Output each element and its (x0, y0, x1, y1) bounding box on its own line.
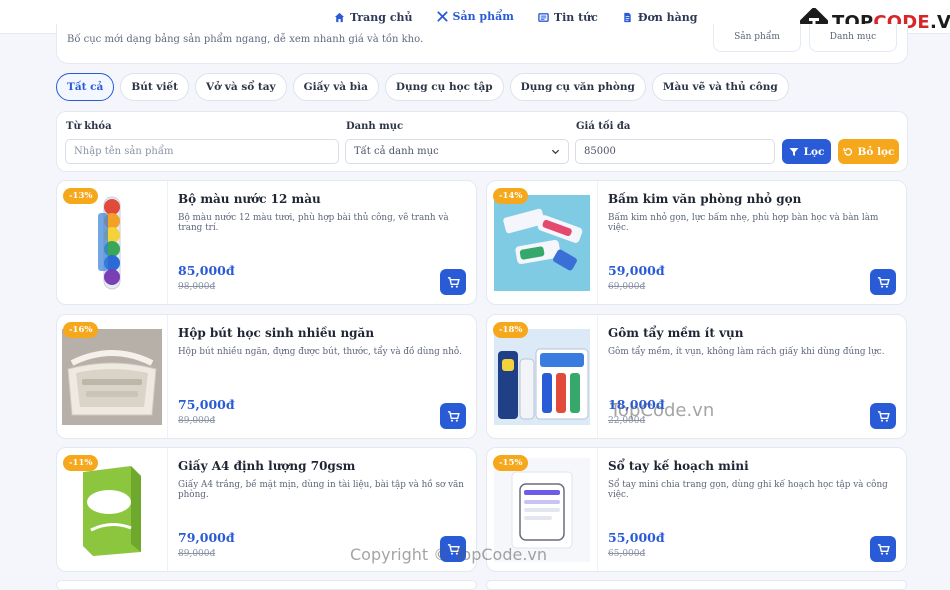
discount-badge: -13% (63, 188, 99, 204)
cart-icon (877, 276, 890, 288)
product-card[interactable]: -15% Sổ tay kế hoạch mini Sổ tay mini ch… (486, 447, 907, 572)
home-icon (334, 12, 345, 22)
chip-pens[interactable]: Bút viết (120, 73, 189, 101)
add-to-cart-button[interactable] (870, 269, 896, 295)
product-description: Giấy A4 trắng, bề mặt mịn, dùng in tài l… (178, 480, 464, 500)
product-old-price: 89,000đ (178, 549, 216, 559)
add-to-cart-button[interactable] (440, 403, 466, 429)
product-old-price: 69,000đ (608, 282, 646, 292)
product-price: 59,000đ (608, 263, 665, 278)
filter-panel: Từ khóa Nhập tên sản phẩm Danh mục Tất c… (56, 111, 908, 172)
product-old-price: 98,000đ (178, 282, 216, 292)
product-name: Bộ màu nước 12 màu (178, 192, 321, 206)
chip-paper[interactable]: Giấy và bìa (292, 73, 379, 101)
chip-notebooks[interactable]: Vở và sổ tay (194, 73, 287, 101)
product-price: 85,000đ (178, 263, 235, 278)
nav-label-news: Tin tức (553, 10, 598, 24)
product-name: Sổ tay kế hoạch mini (608, 459, 749, 473)
product-description: Bấm kim nhỏ gọn, lực bấm nhẹ, phù hợp bà… (608, 213, 879, 233)
reset-filter-button[interactable]: Bỏ lọc (838, 139, 899, 164)
document-icon (624, 12, 631, 22)
product-name: Bấm kim văn phòng nhỏ gọn (608, 192, 802, 206)
discount-badge: -11% (63, 455, 99, 471)
product-card[interactable]: -14% Bấm kim văn phòng nhỏ gọn Bấm kim n… (486, 180, 907, 305)
cart-icon (447, 276, 460, 288)
product-card[interactable]: -11% Giấy A4 định lượng 70gsm Giấy A4 tr… (56, 447, 477, 572)
cart-icon (877, 543, 890, 555)
category-select[interactable]: Tất cả danh mục (345, 139, 569, 164)
nav-label-home: Trang chủ (350, 10, 413, 24)
discount-badge: -15% (493, 455, 529, 471)
product-price: 55,000đ (608, 530, 665, 545)
discount-badge: -18% (493, 322, 529, 338)
product-card[interactable]: -18% Gôm tẩy mềm ít vụn Gôm tẩy mềm, ít … (486, 314, 907, 439)
product-price: 75,000đ (178, 397, 235, 412)
chip-school-tools[interactable]: Dụng cụ học tập (384, 73, 504, 101)
filter-button-label: Lọc (803, 145, 825, 158)
keyword-label: Từ khóa (66, 121, 112, 132)
chip-art-craft[interactable]: Màu vẽ và thủ công (651, 73, 789, 101)
cart-icon (877, 410, 890, 422)
add-to-cart-button[interactable] (440, 536, 466, 562)
product-description: Gôm tẩy mềm, ít vụn, không làm rách giấy… (608, 347, 885, 357)
product-card[interactable]: -16% Hộp bút học sinh nhiều ngăn Hộp bút… (56, 314, 477, 439)
product-price: 18,000đ (608, 397, 665, 412)
chevron-down-icon (551, 149, 560, 155)
product-price: 79,000đ (178, 530, 235, 545)
max-price-label: Giá tối đa (576, 121, 631, 132)
discount-badge: -16% (63, 322, 99, 338)
cart-icon (447, 410, 460, 422)
product-old-price: 89,000đ (178, 416, 216, 426)
add-to-cart-button[interactable] (870, 403, 896, 429)
category-label: Danh mục (346, 121, 404, 132)
product-description: Bộ màu nước 12 màu tươi, phù hợp bài thủ… (178, 213, 449, 233)
product-old-price: 65,000đ (608, 549, 646, 559)
reset-button-label: Bỏ lọc (857, 145, 895, 158)
newspaper-icon (538, 12, 549, 22)
product-description: Hộp bút nhiều ngăn, đựng được bút, thước… (178, 347, 462, 357)
chip-all[interactable]: Tất cả (56, 73, 115, 101)
keyword-input[interactable]: Nhập tên sản phẩm (65, 139, 339, 164)
undo-icon (842, 147, 852, 156)
product-old-price: 22,000đ (608, 416, 646, 426)
cart-icon (447, 543, 460, 555)
chip-office-tools[interactable]: Dụng cụ văn phòng (509, 73, 646, 101)
product-name: Giấy A4 định lượng 70gsm (178, 459, 356, 473)
funnel-icon (789, 147, 799, 156)
product-name: Gôm tẩy mềm ít vụn (608, 326, 744, 340)
stat-categories: Danh mục (809, 24, 897, 52)
stat-products: Sản phẩm (713, 24, 801, 52)
product-card[interactable]: -13% Bộ màu nước 12 màu Bộ màu nước 12 m… (56, 180, 477, 305)
discount-badge: -14% (493, 188, 529, 204)
add-to-cart-button[interactable] (440, 269, 466, 295)
product-card-partial (486, 580, 907, 590)
tools-icon (436, 10, 448, 22)
product-description: Sổ tay mini chia trang gọn, dùng ghi kế … (608, 480, 888, 500)
category-chips: Tất cả Bút viết Vở và sổ tay Giấy và bìa… (56, 73, 789, 101)
category-select-value: Tất cả danh mục (354, 146, 439, 157)
nav-label-orders: Đơn hàng (637, 10, 698, 24)
header-description: Bố cục mới dạng bảng sản phẩm ngang, dễ … (67, 34, 424, 45)
product-name: Hộp bút học sinh nhiều ngăn (178, 326, 375, 340)
nav-label-products: Sản phẩm (452, 9, 514, 23)
product-card-partial (56, 580, 477, 590)
filter-button[interactable]: Lọc (782, 139, 831, 164)
max-price-input[interactable]: 85000 (575, 139, 775, 164)
page-header-card: Bố cục mới dạng bảng sản phẩm ngang, dễ … (56, 24, 908, 64)
add-to-cart-button[interactable] (870, 536, 896, 562)
